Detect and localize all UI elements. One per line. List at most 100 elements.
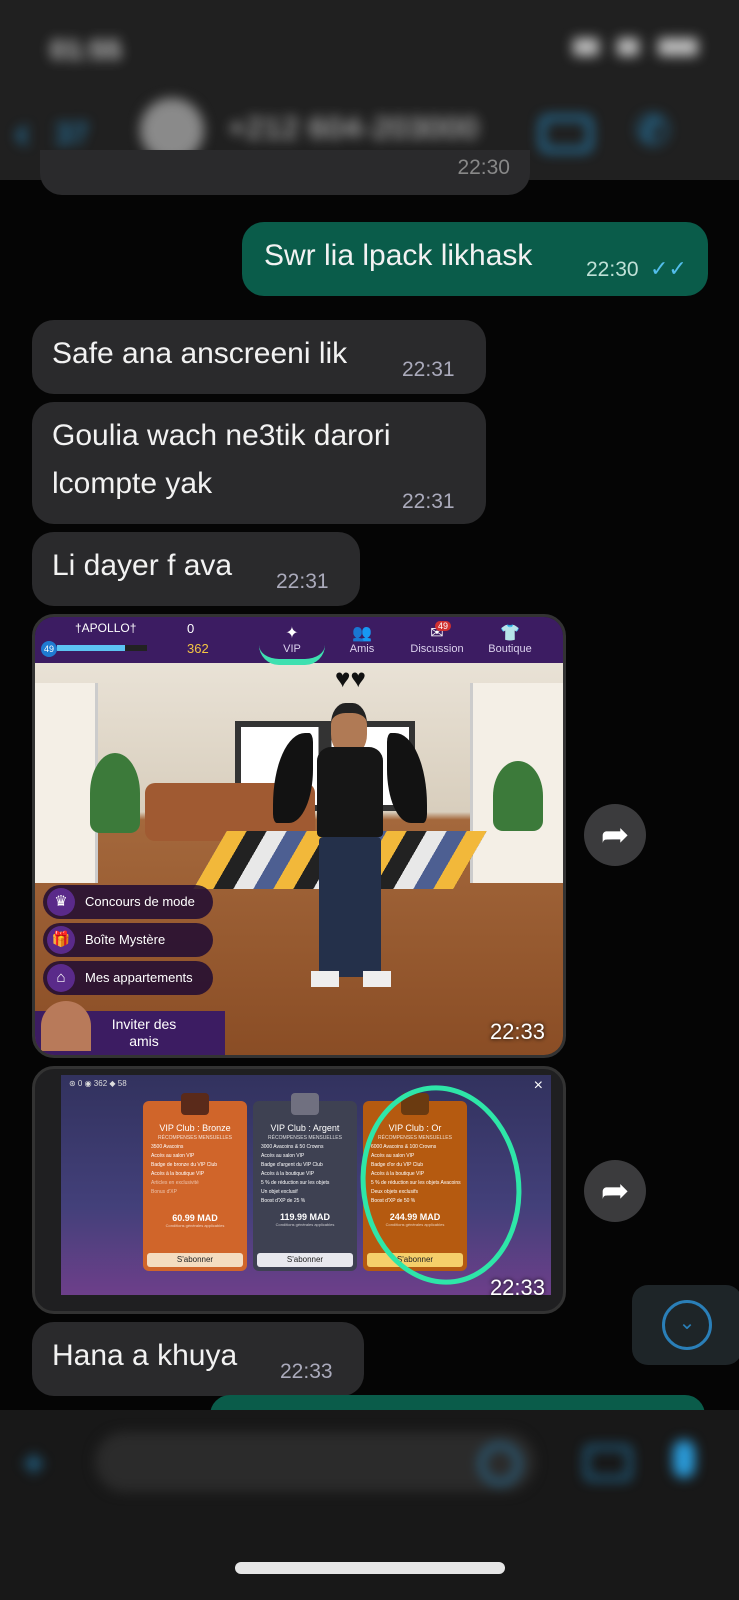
- forward-icon[interactable]: ➦: [584, 804, 646, 866]
- message-text: Safe ana anscreeni lik: [52, 337, 348, 370]
- video-call-icon[interactable]: [540, 116, 592, 152]
- message-time: 22:31: [402, 358, 455, 381]
- character-body: [317, 747, 383, 837]
- phone-call-icon[interactable]: ✆: [636, 108, 670, 154]
- menu-item-label: Mes appartements: [85, 970, 193, 985]
- nav-friends: 👥 Amis: [327, 623, 397, 655]
- vip-card-bronze: VIP Club : Bronze RÉCOMPENSES MENSUELLES…: [143, 1093, 247, 1271]
- message-time: 22:33: [280, 1360, 333, 1383]
- character-shoes: [311, 971, 391, 987]
- read-ticks-icon: ✓✓: [650, 256, 687, 281]
- subscribe-button: S'abonner: [257, 1253, 353, 1267]
- hearts-icon: ♥♥: [335, 663, 366, 693]
- card-price: 60.99 MAD: [172, 1213, 218, 1223]
- camera-icon[interactable]: [585, 1446, 631, 1480]
- vip-icon: ✦: [285, 625, 299, 642]
- microphone-icon[interactable]: [673, 1440, 695, 1478]
- message-time: 22:33: [489, 1019, 545, 1044]
- invite-friends-banner: Inviter des amis: [35, 1001, 225, 1055]
- card-conditions: Conditions générales applicables: [165, 1223, 225, 1228]
- gem-count: 0: [187, 621, 195, 636]
- discussion-badge: 49: [435, 621, 452, 631]
- message-text: Hana a khuya: [52, 1339, 238, 1372]
- friends-icon: 👥: [352, 625, 372, 642]
- card-feature: Boost d'XP de 25 %: [261, 1198, 306, 1204]
- outgoing-message[interactable]: Swr lia lpack likhask 22:30 ✓✓: [242, 222, 708, 296]
- game-room-scene: ♥♥ ♛ Concours de mode 🎁 Boîte Mystère ⌂ …: [35, 663, 563, 1055]
- chevron-down-icon: ⌄: [662, 1300, 712, 1350]
- message-text: Li dayer f ava: [52, 549, 233, 582]
- card-feature: Accès à la boutique VIP: [261, 1171, 315, 1177]
- crown-icon: ♛: [47, 888, 75, 916]
- message-text: Swr lia lpack likhask: [264, 239, 533, 272]
- incoming-message[interactable]: Li dayer f ava 22:31: [32, 532, 360, 606]
- nav-shop: 👕 Boutique: [475, 623, 545, 655]
- nav-label: Boutique: [488, 643, 532, 655]
- wifi-icon: [617, 38, 640, 56]
- character-wing-right: [387, 733, 427, 823]
- vip-card-silver: VIP Club : Argent RÉCOMPENSES MENSUELLES…: [253, 1093, 357, 1271]
- menu-item-label: Boîte Mystère: [85, 932, 166, 947]
- vip-badge-icon: [181, 1093, 209, 1115]
- card-subtitle: RÉCOMPENSES MENSUELLES: [268, 1135, 342, 1141]
- level-progress-fill: [57, 645, 125, 651]
- incoming-message[interactable]: Goulia wach ne3tik darori lcompte yak 22…: [32, 402, 486, 524]
- plus-icon[interactable]: +: [22, 1442, 45, 1487]
- subscribe-button: S'abonner: [147, 1253, 243, 1267]
- incoming-message[interactable]: Hana a khuya 22:33: [32, 1322, 364, 1396]
- incoming-message[interactable]: Safe ana anscreeni lik 22:31: [32, 320, 486, 394]
- green-scribble-highlight: [259, 645, 325, 665]
- card-feature: 3000 Avacoins & 50 Crowns: [261, 1144, 324, 1150]
- menu-item-label: Concours de mode: [85, 894, 195, 909]
- card-feature: Un objet exclusif: [261, 1189, 298, 1195]
- vip-badge-icon: [291, 1093, 319, 1115]
- message-time: 22:33: [489, 1275, 545, 1300]
- room-plant-right: [493, 761, 543, 831]
- image-message-vip-screenshot[interactable]: ⊛ 0 ◉ 362 ◆ 58 × VIP Club : Bronze RÉCOM…: [32, 1066, 566, 1314]
- menu-item-apartments: ⌂ Mes appartements: [43, 961, 213, 995]
- card-subtitle: RÉCOMPENSES MENSUELLES: [158, 1135, 232, 1141]
- message-time: 22:31: [276, 570, 329, 593]
- shirt-icon: 👕: [500, 625, 520, 642]
- message-time: 22:30: [586, 258, 639, 281]
- image-message-game-screenshot[interactable]: ♥♥ ♛ Concours de mode 🎁 Boîte Mystère ⌂ …: [32, 614, 566, 1058]
- back-icon[interactable]: ‹: [15, 108, 30, 158]
- player-name: †APOLLO†: [75, 621, 137, 635]
- nav-label: Amis: [349, 643, 375, 655]
- contact-name[interactable]: +212 604-203000: [228, 112, 479, 146]
- card-conditions: Conditions générales applicables: [275, 1222, 335, 1227]
- invite-avatars-image: [41, 1001, 91, 1051]
- message-time: 22:30: [457, 156, 510, 179]
- level-progress-bar: [57, 645, 147, 651]
- message-text-line-2: lcompte yak: [52, 467, 213, 500]
- forward-icon[interactable]: ➦: [584, 1160, 646, 1222]
- vip-club-screen: ⊛ 0 ◉ 362 ◆ 58 × VIP Club : Bronze RÉCOM…: [61, 1074, 551, 1296]
- character-legs: [319, 837, 381, 977]
- avatar-character: [273, 703, 427, 1003]
- card-feature: 3500 Avacoins: [151, 1144, 184, 1150]
- card-price: 119.99 MAD: [279, 1212, 331, 1222]
- card-feature: Accès à la boutique VIP: [151, 1171, 205, 1177]
- scroll-to-bottom-button[interactable]: ⌄: [632, 1285, 739, 1365]
- status-bar: 01:55: [0, 20, 739, 70]
- card-feature: 5 % de réduction sur les objets: [261, 1180, 330, 1186]
- sticker-icon[interactable]: [480, 1444, 520, 1484]
- menu-item-fashion-contest: ♛ Concours de mode: [43, 885, 213, 919]
- battery-icon: [657, 38, 698, 56]
- invite-friends-label: Inviter des amis: [111, 1016, 177, 1049]
- message-time: 22:31: [402, 490, 455, 513]
- signal-icon: [573, 38, 599, 56]
- message-input[interactable]: [95, 1432, 535, 1492]
- card-feature: Badge d'argent du VIP Club: [261, 1162, 323, 1168]
- back-unread-count[interactable]: 37: [55, 118, 88, 152]
- close-icon: ×: [533, 1077, 543, 1094]
- game-top-bar: †APOLLO† 49 0 362 ✦ VIP 👥 Amis ✉ Discuss…: [35, 617, 563, 665]
- menu-item-mystery-box: 🎁 Boîte Mystère: [43, 923, 213, 957]
- gift-icon: 🎁: [47, 926, 75, 954]
- room-shelf-left: [35, 683, 98, 883]
- game-screenshot: ♥♥ ♛ Concours de mode 🎁 Boîte Mystère ⌂ …: [35, 617, 563, 1055]
- card-title: VIP Club : Argent: [270, 1123, 340, 1133]
- input-bar-contents: +: [0, 1410, 739, 1530]
- card-title: VIP Club : Bronze: [159, 1123, 231, 1133]
- status-icons: [559, 38, 699, 60]
